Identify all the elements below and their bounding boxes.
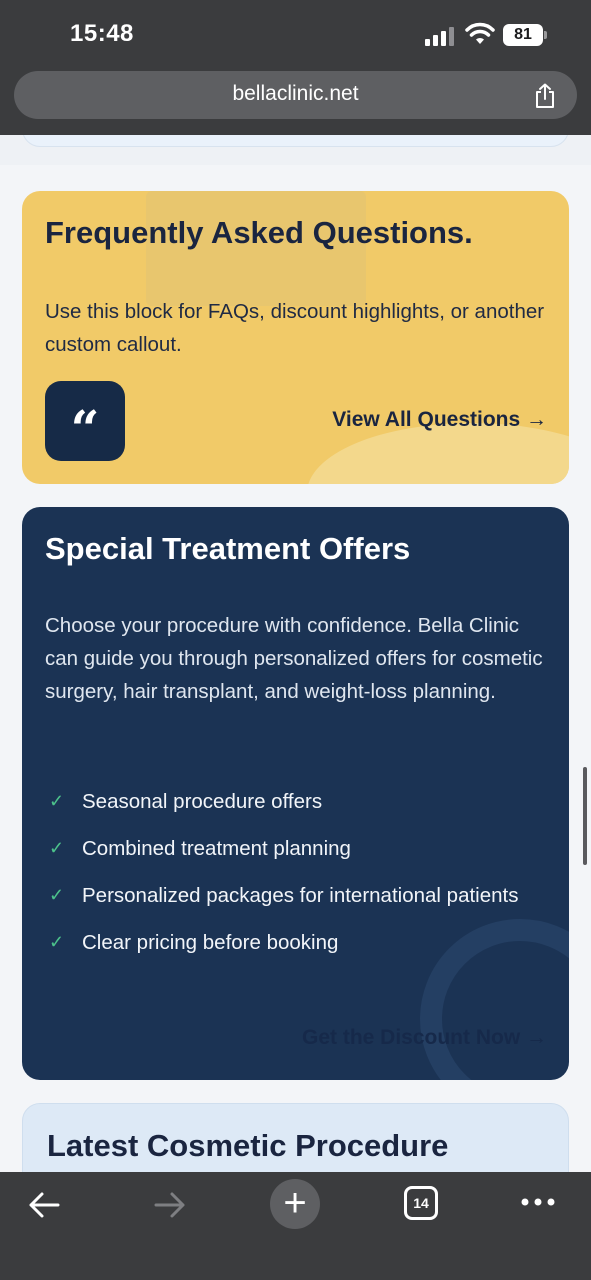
checklist-item: ✓ Seasonal procedure offers — [45, 785, 545, 818]
check-icon: ✓ — [49, 791, 65, 811]
checklist-item-label: Combined treatment planning — [82, 837, 351, 860]
browser-chrome: 15:48 81 bellaclinic.net — [0, 0, 591, 135]
back-arrow-icon[interactable] — [26, 1185, 62, 1225]
bottom-toolbar: + 14 — [0, 1172, 591, 1280]
new-tab-button[interactable]: + — [270, 1179, 320, 1229]
previous-card-edge — [22, 135, 569, 147]
cellular-signal-icon — [425, 26, 455, 46]
tab-switcher-button[interactable]: 14 — [404, 1186, 438, 1220]
page-content[interactable]: Frequently Asked Questions. Use this blo… — [0, 135, 591, 1172]
address-bar[interactable]: bellaclinic.net — [14, 71, 577, 119]
faq-title: Frequently Asked Questions. — [45, 215, 473, 250]
url-text[interactable]: bellaclinic.net — [14, 82, 577, 106]
offers-description: Choose your procedure with confidence. B… — [45, 614, 543, 703]
faq-description: Use this block for FAQs, discount highli… — [45, 300, 545, 356]
status-time: 15:48 — [70, 20, 134, 47]
decorative-blob — [307, 423, 569, 484]
wifi-icon — [465, 22, 495, 44]
battery-indicator: 81 — [503, 24, 547, 46]
checklist-item-label: Personalized packages for international … — [82, 884, 519, 907]
get-discount-link[interactable]: Get the Discount Now → — [302, 1026, 547, 1050]
quote-icon[interactable]: “ — [45, 381, 125, 461]
view-all-questions-link[interactable]: View All Questions → — [332, 408, 547, 432]
forward-arrow-icon[interactable] — [152, 1185, 188, 1225]
latest-guides-title: Latest Cosmetic Procedure Guides — [47, 1128, 449, 1172]
offers-checklist: ✓ Seasonal procedure offers ✓ Combined tre… — [45, 785, 545, 973]
check-icon: ✓ — [49, 885, 65, 905]
checklist-item: ✓ Clear pricing before booking — [45, 926, 545, 959]
checklist-item: ✓ Combined treatment planning — [45, 832, 545, 865]
checklist-item: ✓ Personalized packages for international… — [45, 879, 545, 912]
special-offers-card: Special Treatment Offers Choose your pro… — [22, 507, 569, 1080]
checklist-item-label: Clear pricing before booking — [82, 931, 339, 954]
check-icon: ✓ — [49, 932, 65, 952]
scroll-indicator[interactable] — [583, 767, 587, 865]
more-options-icon[interactable] — [518, 1190, 558, 1214]
faq-card: Frequently Asked Questions. Use this blo… — [22, 191, 569, 484]
check-icon: ✓ — [49, 838, 65, 858]
share-icon[interactable] — [533, 83, 557, 109]
checklist-item-label: Seasonal procedure offers — [82, 790, 323, 813]
offers-title: Special Treatment Offers — [45, 531, 411, 566]
latest-guides-card: Latest Cosmetic Procedure Guides — [22, 1103, 569, 1172]
